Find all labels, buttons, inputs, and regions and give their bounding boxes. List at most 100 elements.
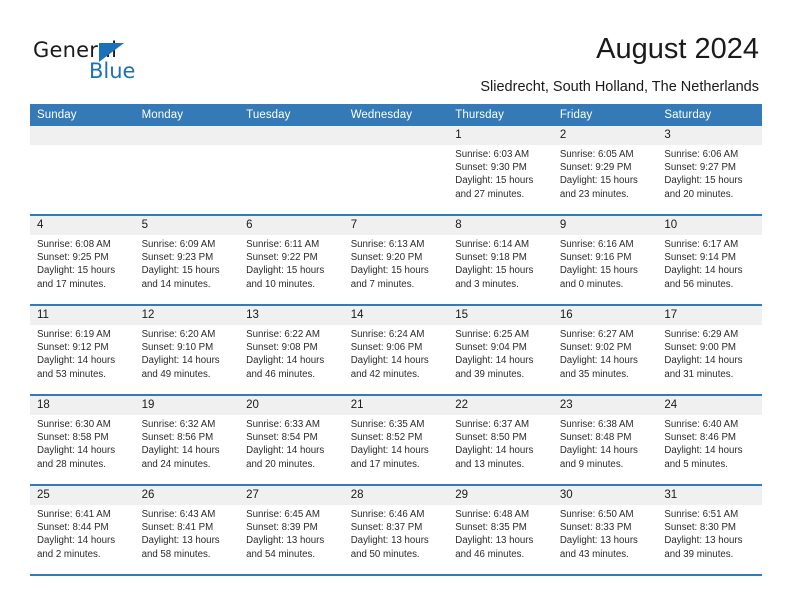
calendar-day-cell[interactable]: 26 Sunrise: 6:43 AM Sunset: 8:41 PM Dayligh… [134, 484, 240, 576]
day-number: 16 [552, 306, 658, 325]
sunrise-text: Sunrise: 6:40 AM [664, 419, 739, 430]
sunset-text: Sunset: 9:14 PM [664, 252, 736, 264]
sunset-text: Sunset: 9:10 PM [141, 342, 214, 354]
calendar-day-cell[interactable]: 30 Sunrise: 6:50 AM Sunset: 8:33 PM Dayligh… [552, 484, 658, 576]
day-details: Sunrise: 6:24 AM Sunset: 9:06 PM Daylight:… [344, 325, 449, 381]
sunrise-text: Sunrise: 6:46 AM [350, 509, 425, 520]
calendar-day-cell[interactable]: 6 Sunrise: 6:11 AM Sunset: 9:22 PM Daylight… [239, 214, 344, 305]
calendar-day-cell[interactable]: 12 Sunrise: 6:20 AM Sunset: 9:10 PM Dayligh… [134, 304, 240, 395]
calendar-day-cell[interactable]: 25 Sunrise: 6:41 AM Sunset: 8:44 PM Dayligh… [30, 484, 135, 576]
calendar-day-cell[interactable]: 19 Sunrise: 6:32 AM Sunset: 8:56 PM Dayligh… [134, 394, 240, 485]
sunrise-text: Sunrise: 6:19 AM [37, 329, 111, 340]
calendar-day-cell[interactable]: 16 Sunrise: 6:27 AM Sunset: 9:02 PM Dayligh… [552, 304, 658, 395]
sunset-text: Sunset: 8:35 PM [455, 522, 527, 534]
calendar-day-cell[interactable]: 21 Sunrise: 6:35 AM Sunset: 8:52 PM Dayligh… [343, 394, 449, 485]
daylight-text: Daylight: 15 hours and 10 minutes. [246, 265, 325, 290]
sunset-text: Sunset: 9:08 PM [246, 342, 318, 354]
sunrise-text: Sunrise: 6:43 AM [141, 509, 216, 520]
sunset-text: Sunset: 9:22 PM [246, 252, 318, 264]
sunset-text: Sunset: 8:37 PM [350, 522, 423, 534]
day-number: 19 [134, 396, 240, 415]
sunrise-text: Sunrise: 6:37 AM [455, 419, 530, 430]
calendar-day-cell[interactable]: 14 Sunrise: 6:24 AM Sunset: 9:06 PM Dayligh… [343, 304, 449, 395]
sunset-text: Sunset: 8:46 PM [664, 432, 736, 444]
weekday-header-sunday: Sunday [30, 104, 135, 126]
day-number: 29 [448, 486, 553, 505]
daylight-text: Daylight: 14 hours and 42 minutes. [350, 355, 429, 380]
day-details: Sunrise: 6:25 AM Sunset: 9:04 PM Daylight:… [448, 325, 553, 381]
day-details: Sunrise: 6:13 AM Sunset: 9:20 PM Daylight:… [344, 235, 449, 291]
daylight-text: Daylight: 15 hours and 17 minutes. [37, 265, 116, 290]
day-number [30, 126, 135, 145]
sunrise-text: Sunrise: 6:51 AM [664, 509, 739, 520]
daylight-text: Daylight: 13 hours and 39 minutes. [664, 535, 743, 560]
day-details: Sunrise: 6:05 AM Sunset: 9:29 PM Daylight:… [553, 145, 658, 201]
calendar-day-cell[interactable]: 3 Sunrise: 6:06 AM Sunset: 9:27 PM Daylight… [657, 126, 762, 215]
day-number: 20 [239, 396, 344, 415]
sunset-text: Sunset: 8:54 PM [246, 432, 318, 444]
sunset-text: Sunset: 8:30 PM [664, 522, 736, 534]
day-number: 24 [657, 396, 762, 415]
calendar-day-cell[interactable]: 9 Sunrise: 6:16 AM Sunset: 9:16 PM Daylight… [552, 214, 658, 305]
calendar-day-cell[interactable]: 20 Sunrise: 6:33 AM Sunset: 8:54 PM Dayligh… [239, 394, 344, 485]
day-details: Sunrise: 6:14 AM Sunset: 9:18 PM Daylight:… [448, 235, 553, 291]
daylight-text: Daylight: 15 hours and 23 minutes. [559, 175, 638, 200]
calendar-day-cell[interactable]: 7 Sunrise: 6:13 AM Sunset: 9:20 PM Daylight… [343, 214, 449, 305]
calendar-day-cell[interactable]: 23 Sunrise: 6:38 AM Sunset: 8:48 PM Dayligh… [552, 394, 658, 485]
day-details: Sunrise: 6:51 AM Sunset: 8:30 PM Daylight:… [657, 505, 762, 561]
sunset-text: Sunset: 8:52 PM [350, 432, 423, 444]
calendar-day-cell[interactable]: 18 Sunrise: 6:30 AM Sunset: 8:58 PM Dayligh… [30, 394, 135, 485]
calendar-day-cell[interactable]: 24 Sunrise: 6:40 AM Sunset: 8:46 PM Dayligh… [657, 394, 762, 485]
calendar-day-cell[interactable]: 11 Sunrise: 6:19 AM Sunset: 9:12 PM Dayligh… [30, 304, 135, 395]
calendar-week-row: 4 Sunrise: 6:08 AM Sunset: 9:25 PM Daylight… [30, 214, 762, 305]
day-number: 14 [343, 306, 449, 325]
sunrise-text: Sunrise: 6:17 AM [664, 239, 739, 250]
daylight-text: Daylight: 14 hours and 24 minutes. [141, 445, 220, 470]
sunrise-text: Sunrise: 6:08 AM [37, 239, 111, 250]
weekday-header-saturday: Saturday [657, 104, 762, 126]
daylight-text: Daylight: 13 hours and 58 minutes. [141, 535, 220, 560]
daylight-text: Daylight: 13 hours and 46 minutes. [455, 535, 534, 560]
weekday-header-tuesday: Tuesday [239, 104, 344, 126]
calendar-day-cell[interactable]: 10 Sunrise: 6:17 AM Sunset: 9:14 PM Dayligh… [657, 214, 762, 305]
sunrise-text: Sunrise: 6:24 AM [350, 329, 425, 340]
calendar-day-cell[interactable]: 17 Sunrise: 6:29 AM Sunset: 9:00 PM Dayligh… [657, 304, 762, 395]
day-details: Sunrise: 6:35 AM Sunset: 8:52 PM Daylight:… [344, 415, 449, 471]
calendar-page: General Blue August 2024 Sliedrecht, Sou… [0, 0, 792, 612]
day-number: 25 [30, 486, 135, 505]
day-number: 17 [657, 306, 762, 325]
calendar-day-cell[interactable]: 5 Sunrise: 6:09 AM Sunset: 9:23 PM Daylight… [134, 214, 240, 305]
sunrise-text: Sunrise: 6:09 AM [141, 239, 216, 250]
weekday-header-friday: Friday [552, 104, 658, 126]
daylight-text: Daylight: 14 hours and 31 minutes. [664, 355, 743, 380]
calendar-day-cell[interactable]: 15 Sunrise: 6:25 AM Sunset: 9:04 PM Dayligh… [448, 304, 553, 395]
day-number: 21 [343, 396, 449, 415]
calendar-day-cell[interactable]: 29 Sunrise: 6:48 AM Sunset: 8:35 PM Dayligh… [448, 484, 553, 576]
calendar-day-cell[interactable]: 2 Sunrise: 6:05 AM Sunset: 9:29 PM Daylight… [552, 126, 658, 215]
sunset-text: Sunset: 9:06 PM [350, 342, 423, 354]
day-details: Sunrise: 6:32 AM Sunset: 8:56 PM Daylight:… [135, 415, 240, 471]
calendar-week-row: 1 Sunrise: 6:03 AM Sunset: 9:30 PM Daylight… [30, 126, 762, 215]
sunset-text: Sunset: 8:56 PM [141, 432, 214, 444]
calendar-day-cell[interactable]: 8 Sunrise: 6:14 AM Sunset: 9:18 PM Daylight… [448, 214, 553, 305]
brand-name-blue: Blue [89, 59, 136, 83]
calendar-day-cell[interactable]: 27 Sunrise: 6:45 AM Sunset: 8:39 PM Dayligh… [239, 484, 344, 576]
calendar-day-cell[interactable]: 28 Sunrise: 6:46 AM Sunset: 8:37 PM Dayligh… [343, 484, 449, 576]
day-details: Sunrise: 6:08 AM Sunset: 9:25 PM Daylight:… [30, 235, 135, 291]
calendar-day-cell[interactable]: 31 Sunrise: 6:51 AM Sunset: 8:30 PM Dayligh… [657, 484, 762, 576]
calendar-week-row: 11 Sunrise: 6:19 AM Sunset: 9:12 PM Dayligh… [30, 304, 762, 395]
calendar-day-cell[interactable]: 4 Sunrise: 6:08 AM Sunset: 9:25 PM Daylight… [30, 214, 135, 305]
calendar-day-cell[interactable]: 1 Sunrise: 6:03 AM Sunset: 9:30 PM Daylight… [448, 126, 553, 215]
weekday-header-monday: Monday [134, 104, 240, 126]
brand-logo[interactable]: General Blue [33, 38, 233, 84]
day-details: Sunrise: 6:38 AM Sunset: 8:48 PM Daylight:… [553, 415, 658, 471]
sunset-text: Sunset: 9:16 PM [559, 252, 632, 264]
day-details: Sunrise: 6:09 AM Sunset: 9:23 PM Daylight:… [135, 235, 240, 291]
daylight-text: Daylight: 13 hours and 50 minutes. [350, 535, 429, 560]
day-details: Sunrise: 6:41 AM Sunset: 8:44 PM Daylight:… [30, 505, 135, 561]
calendar-day-cell[interactable]: 13 Sunrise: 6:22 AM Sunset: 9:08 PM Dayligh… [239, 304, 344, 395]
day-number: 4 [30, 216, 135, 235]
daylight-text: Daylight: 14 hours and 56 minutes. [664, 265, 743, 290]
calendar-day-cell[interactable]: 22 Sunrise: 6:37 AM Sunset: 8:50 PM Dayligh… [448, 394, 553, 485]
sunset-text: Sunset: 8:48 PM [559, 432, 632, 444]
